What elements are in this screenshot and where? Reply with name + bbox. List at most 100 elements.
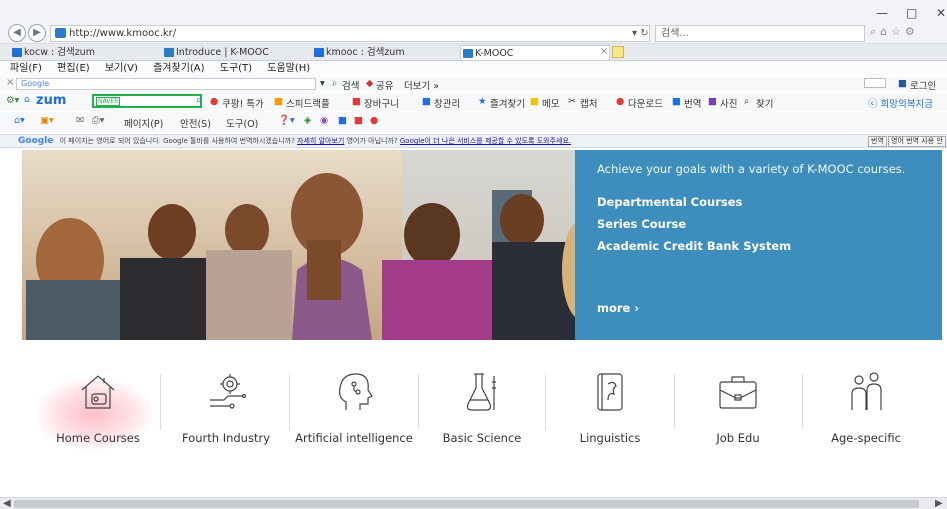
- feedback-link[interactable]: Google이 더 나은 서비스를 제공할 수 있도록 도와주세요.: [400, 137, 571, 145]
- forward-button[interactable]: ▶: [28, 24, 46, 42]
- zum-search-icon[interactable]: ⌕: [196, 95, 201, 106]
- category-label: Fourth Industry: [181, 431, 270, 445]
- departmental-courses-link[interactable]: Departmental Courses: [597, 195, 742, 209]
- book-icon: [590, 370, 630, 414]
- close-window-button[interactable]: ✕: [936, 6, 946, 20]
- tab-kmooc-search[interactable]: kmooc : 검색zum: [312, 45, 452, 60]
- addon2-icon[interactable]: ◉: [320, 115, 328, 126]
- speed-icon: ■: [274, 96, 283, 107]
- category-label: Linguistics: [579, 431, 641, 445]
- browser-icons[interactable]: ⌕⌂☆⚙: [870, 25, 919, 39]
- browser-search-input[interactable]: 검색...: [655, 25, 865, 42]
- coupang-icon: ●: [210, 96, 219, 107]
- toolbar-item-cart[interactable]: 장바구니: [364, 96, 399, 110]
- addon3-icon[interactable]: ■: [338, 115, 347, 126]
- close-tab-icon[interactable]: ×: [600, 46, 608, 57]
- tools-menu[interactable]: 도구(O): [226, 116, 258, 130]
- new-tab-button[interactable]: [612, 46, 624, 58]
- tab-kocw[interactable]: kocw : 검색zum: [10, 45, 150, 60]
- zum-search-input[interactable]: NAVER: [92, 94, 202, 108]
- scroll-thumb[interactable]: [14, 500, 919, 508]
- series-course-link[interactable]: Series Course: [597, 217, 686, 231]
- star-icon[interactable]: ☆: [891, 25, 905, 38]
- help-icon[interactable]: ❓▾: [278, 115, 295, 126]
- kmooc-favicon-icon: [463, 49, 473, 58]
- toolbar-item-translate[interactable]: 번역: [684, 96, 701, 110]
- minimize-button[interactable]: —: [876, 6, 888, 20]
- toggle-icon[interactable]: [864, 78, 886, 88]
- menu-tools[interactable]: 도구(T): [220, 63, 252, 74]
- safety-menu[interactable]: 안전(S): [180, 116, 211, 130]
- menu-edit[interactable]: 편집(E): [57, 63, 90, 74]
- category-label: Home Courses: [56, 431, 140, 445]
- addon5-icon[interactable]: ●: [370, 115, 378, 126]
- toolbar-item-window[interactable]: 창관리: [434, 96, 460, 110]
- toolbar-item-download[interactable]: 다운로드: [628, 96, 663, 110]
- toolbar-item-coupang[interactable]: 쿠팡! 특가: [222, 96, 264, 110]
- kmooc-favicon-icon: [55, 28, 66, 38]
- address-field[interactable]: http://www.kmooc.kr/: [50, 25, 650, 42]
- user-icon: ■: [898, 78, 907, 89]
- toolbar-item-capture[interactable]: 캡처: [580, 96, 597, 110]
- category-home-courses[interactable]: Home Courses: [34, 370, 162, 470]
- google-logo: Google: [18, 136, 54, 146]
- toolbar-item-memo[interactable]: 메모: [542, 96, 559, 110]
- menu-file[interactable]: 파일(F): [10, 63, 42, 74]
- toolbar-item-photo[interactable]: 사진: [720, 96, 737, 110]
- category-fourth-industry[interactable]: Fourth Industry: [162, 370, 290, 470]
- gear-icon[interactable]: ⚙: [905, 25, 919, 38]
- credit-bank-link[interactable]: Academic Credit Bank System: [597, 239, 791, 253]
- tab-kmooc-active[interactable]: K-MOOC: [460, 45, 610, 60]
- translate-button[interactable]: 번역: [868, 136, 887, 147]
- close-toolbar-icon[interactable]: ×: [6, 77, 14, 88]
- login-button[interactable]: 로그인: [910, 78, 936, 92]
- photo-icon: ■: [708, 96, 717, 107]
- google-search-input[interactable]: Google: [16, 78, 316, 90]
- print-icon[interactable]: ⎙▾: [92, 115, 104, 126]
- home-icon[interactable]: ⌂: [880, 25, 891, 38]
- search-icon[interactable]: ⌕: [870, 25, 880, 38]
- google-toolbar: × Google ▾ ⌕ 검색 ◆ 공유 더보기 » ■ 로그인: [0, 77, 947, 92]
- toolbar-item-find[interactable]: 찾기: [756, 96, 773, 110]
- home-icon[interactable]: ⌂▾: [14, 115, 25, 126]
- more-button[interactable]: 더보기 »: [404, 78, 439, 92]
- maximize-button[interactable]: □: [906, 6, 917, 20]
- category-row: Home Courses Fourth Industry Artificial …: [34, 370, 914, 470]
- mail-icon[interactable]: ✉: [76, 115, 84, 126]
- never-translate-button[interactable]: 영어 번역 사용 안 함: [888, 136, 946, 147]
- category-linguistics[interactable]: Linguistics: [546, 370, 674, 470]
- category-age-specific[interactable]: Age-specific: [802, 370, 930, 470]
- addon4-icon[interactable]: ■: [354, 115, 363, 126]
- settings-icon[interactable]: ⚙▾: [6, 95, 19, 106]
- horizontal-scrollbar[interactable]: ◀ ▶: [0, 497, 947, 509]
- menu-bar: 파일(F) 편집(E) 보기(V) 즐겨찾기(A) 도구(T) 도움말(H): [0, 61, 947, 76]
- page-menu[interactable]: 페이지(P): [124, 116, 163, 130]
- addon-icon[interactable]: ◈: [304, 115, 311, 126]
- share-button[interactable]: 공유: [376, 78, 393, 92]
- hero-banner: Achieve your goals with a variety of K-M…: [22, 150, 942, 340]
- naver-badge: NAVER: [96, 97, 121, 106]
- toolbar-item-welfare[interactable]: ⓒ 희망의복지금: [868, 96, 933, 110]
- menu-help[interactable]: 도움말(H): [267, 63, 310, 74]
- more-link[interactable]: more ›: [597, 301, 639, 315]
- scroll-right-icon[interactable]: ▶: [935, 498, 943, 509]
- menu-favorites[interactable]: 즐겨찾기(A): [153, 63, 204, 74]
- category-artificial-intelligence[interactable]: Artificial intelligence: [290, 370, 418, 470]
- scroll-left-icon[interactable]: ◀: [3, 498, 11, 509]
- menu-view[interactable]: 보기(V): [105, 63, 138, 74]
- memo-icon: ■: [530, 96, 539, 107]
- toolbar-item-favorites[interactable]: 즐겨찾기: [490, 96, 525, 110]
- rss-icon[interactable]: ▣▾: [40, 115, 54, 126]
- category-basic-science[interactable]: Basic Science: [418, 370, 546, 470]
- google-search-button[interactable]: 검색: [342, 78, 359, 92]
- toolbar-item-speed[interactable]: 스피드랙플: [286, 96, 330, 110]
- tab-introduce[interactable]: Introduce | K-MOOC: [162, 45, 302, 60]
- back-button[interactable]: ◀: [8, 24, 26, 42]
- home-icon[interactable]: ⌂: [24, 94, 30, 105]
- ai-head-icon: [334, 370, 374, 414]
- search-dropdown-icon[interactable]: ▾: [320, 78, 325, 89]
- people-icon: [846, 370, 886, 414]
- learn-more-link[interactable]: 자세히 알아보기: [297, 137, 344, 145]
- share-icon: ◆: [366, 78, 374, 89]
- category-job-edu[interactable]: Job Edu: [674, 370, 802, 470]
